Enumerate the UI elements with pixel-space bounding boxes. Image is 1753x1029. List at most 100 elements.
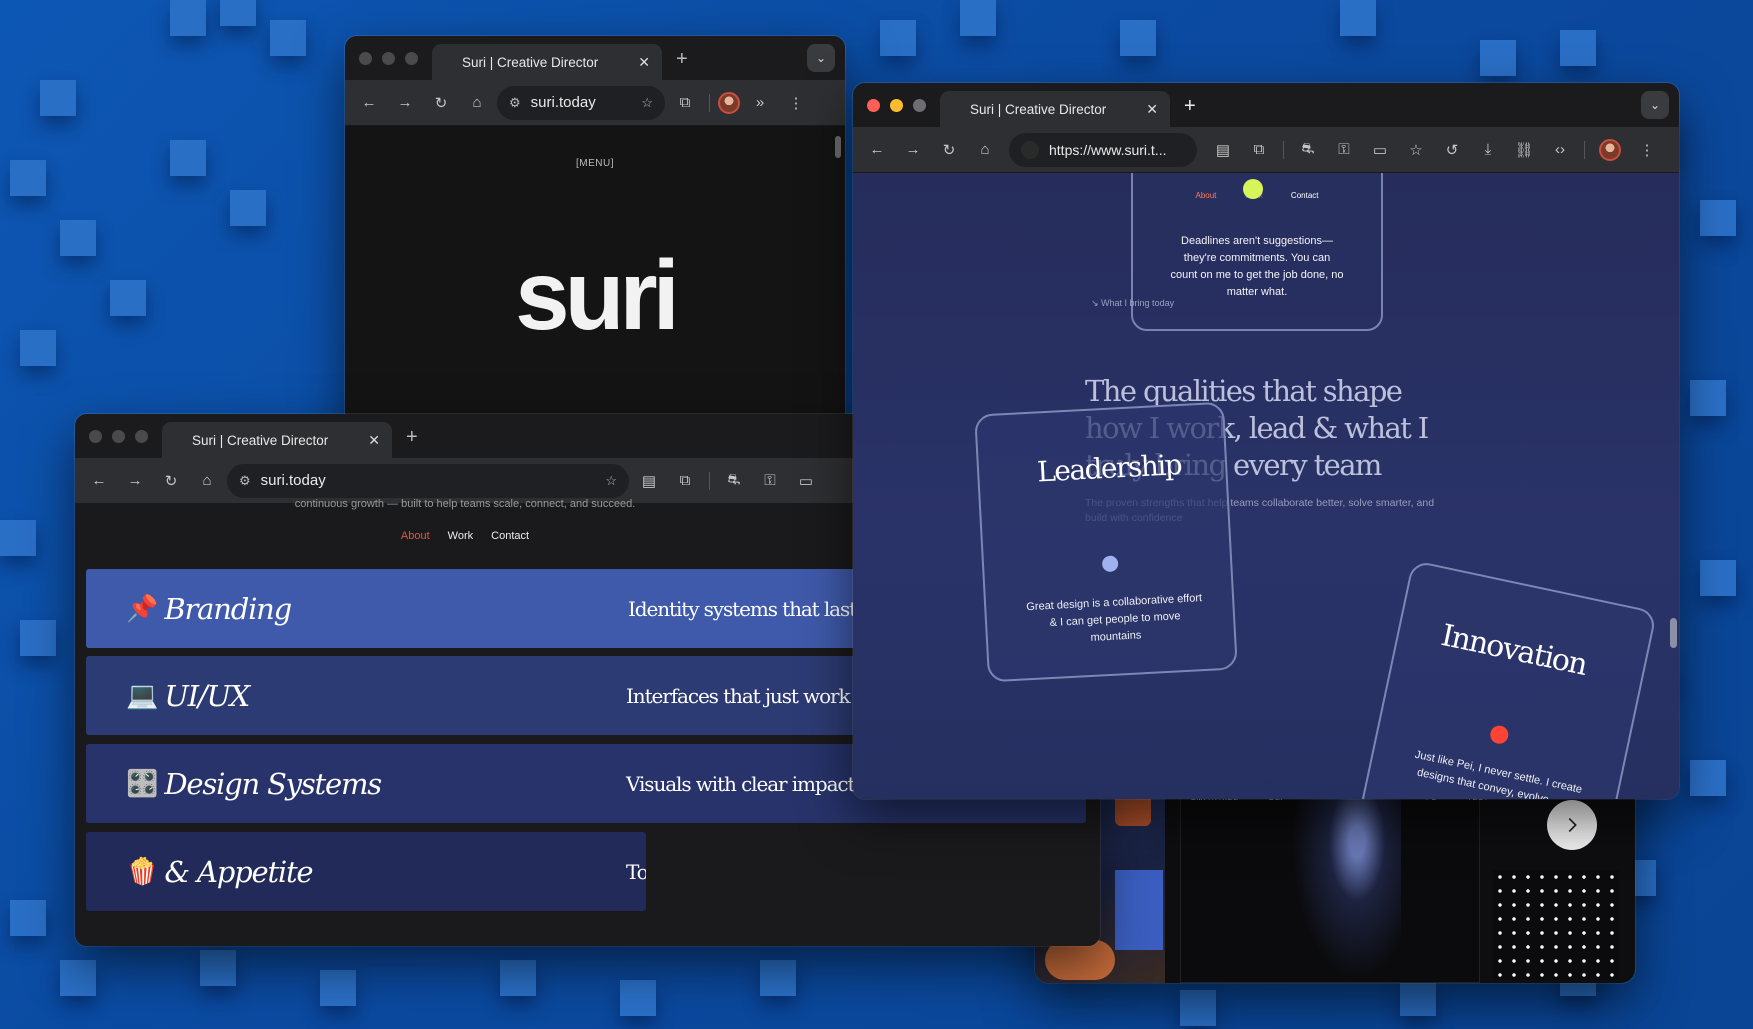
profile-avatar[interactable] [718,91,740,114]
back-icon[interactable]: ← [861,134,893,166]
close-tab-icon[interactable]: ✕ [638,54,650,71]
star-icon[interactable]: ☆ [605,473,617,489]
card-nav-contact[interactable]: Contact [1291,191,1319,200]
incognito-icon[interactable]: ⛐ [718,465,750,497]
hero-logo: suri [515,240,680,350]
extensions-icon[interactable]: ⧉ [669,465,701,497]
nav-contact[interactable]: Contact [491,530,529,542]
tab-active[interactable]: Suri | Creative Director ✕ [432,44,662,80]
overflow-icon[interactable]: » [744,87,776,119]
menu-button[interactable]: [MENU] [345,158,845,169]
menu-icon[interactable]: ⋮ [780,87,812,119]
leadership-card[interactable]: Leadership Great design is a collaborati… [974,401,1238,683]
minimize-light[interactable] [890,98,903,112]
password-key-icon[interactable]: ⚿ [1328,134,1360,166]
forward-icon[interactable]: → [897,134,929,166]
service-row-appetite[interactable]: 🍿 & Appetite To [86,832,646,911]
reading-list-icon[interactable]: ▤ [633,465,665,497]
toolbar-divider [1584,140,1585,159]
home-icon[interactable]: ⌂ [461,87,493,119]
toolbar-divider [709,471,710,490]
tab-search-button[interactable]: ⌄ [1641,91,1669,119]
payment-card-icon[interactable]: ▭ [1364,134,1396,166]
browser-window-right: Suri | Creative Director ✕ + ⌄ ← → ↻ ⌂ h… [853,83,1679,799]
address-bar[interactable]: ⚙ suri.today ☆ [227,463,629,498]
tab-search-button[interactable]: ⌄ [807,44,835,72]
control-knobs-icon: 🎛️ [126,768,159,798]
address-bar[interactable]: ⚙ suri.today ☆ [497,85,665,120]
new-tab-button[interactable]: + [392,426,418,458]
card-quote: Deadlines aren't suggestions—they're com… [1170,235,1344,299]
minimize-light[interactable] [112,429,125,443]
new-tab-button[interactable]: + [662,48,688,80]
zoom-light[interactable] [913,98,926,112]
scrollbar[interactable] [1670,618,1677,648]
service-name: UI/UX [164,678,250,713]
tab-active[interactable]: Suri | Creative Director ✕ [162,422,392,458]
browser-window-back: Suri | Creative Director ✕ + ⌄ ← → ↻ ⌂ ⚙… [345,36,845,456]
zoom-light[interactable] [405,51,418,65]
reload-icon[interactable]: ↻ [155,465,187,497]
gallery-thumb-dots[interactable] [1493,870,1619,980]
back-icon[interactable]: ← [83,465,115,497]
nav-about[interactable]: About [401,530,430,542]
toolbar: ← → ↻ ⌂ https://www.suri.t... ▤ ⧉ ⛐ ⚿ ▭ … [853,127,1679,173]
extensions-icon[interactable]: ⧉ [669,87,701,119]
tab-active[interactable]: Suri | Creative Director ✕ [940,91,1170,127]
toolbar-divider [709,93,710,112]
leadership-title: Leadership [1036,447,1182,489]
close-light[interactable] [359,51,372,65]
download-icon[interactable]: ⤓ [1472,134,1504,166]
pin-icon: 📌 [126,593,159,623]
tab-title: Suri | Creative Director [970,101,1107,117]
page-hero: [MENU] suri [345,126,845,456]
tab-title: Suri | Creative Director [192,432,329,448]
reload-icon[interactable]: ↻ [425,87,457,119]
url-text: suri.today [530,94,596,111]
password-key-icon[interactable]: ⚿ [754,465,786,497]
forward-icon[interactable]: → [389,87,421,119]
service-tagline: To [626,859,646,884]
site-info-icon[interactable]: ⚙ [509,95,521,111]
computer-icon: 💻 [126,680,159,710]
gallery-next-button[interactable] [1547,800,1597,850]
history-icon[interactable]: ↺ [1436,134,1468,166]
star-icon[interactable]: ☆ [641,95,653,111]
scrollbar[interactable] [835,136,841,158]
new-tab-button[interactable]: + [1170,95,1196,127]
incognito-icon[interactable]: ⛐ [1292,134,1324,166]
bookmark-star-icon[interactable]: ☆ [1400,134,1432,166]
extensions-icon[interactable]: ⧉ [1243,134,1275,166]
reading-list-icon[interactable]: ▤ [1207,134,1239,166]
qualities-page: About Work Contact Deadlines aren't sugg… [853,173,1679,799]
site-info-icon[interactable]: ⚙ [239,473,251,489]
code-icon[interactable]: ‹› [1544,134,1576,166]
close-light[interactable] [89,429,102,443]
tab-strip: Suri | Creative Director ✕ + ⌄ [345,36,845,80]
site-nav: About Work Contact [75,530,855,542]
service-name: Design Systems [164,766,382,801]
menu-icon[interactable]: ⋮ [1631,134,1663,166]
forward-icon[interactable]: → [119,465,151,497]
zoom-light[interactable] [135,429,148,443]
close-light[interactable] [867,98,880,112]
card-nav-about[interactable]: About [1195,191,1216,200]
reload-icon[interactable]: ↻ [933,134,965,166]
profile-avatar[interactable] [1599,138,1621,161]
address-bar[interactable]: https://www.suri.t... [1009,132,1197,167]
popcorn-icon: 🍿 [126,856,159,886]
payment-card-icon[interactable]: ▭ [790,465,822,497]
nav-work[interactable]: Work [448,530,473,542]
close-tab-icon[interactable]: ✕ [1146,101,1158,118]
home-icon[interactable]: ⌂ [191,465,223,497]
home-icon[interactable]: ⌂ [969,134,1001,166]
minimize-light[interactable] [382,51,395,65]
service-name: & Appetite [164,854,313,889]
gallery-figure [1291,781,1401,981]
innovation-title: Innovation [1438,617,1590,683]
gallery-thumb-process[interactable]: EMPATHIZE DEF PE TEST [1180,770,1488,983]
back-icon[interactable]: ← [353,87,385,119]
innovation-card[interactable]: Innovation Just like Pei, I never settle… [1358,559,1658,799]
close-tab-icon[interactable]: ✕ [368,432,380,449]
link-icon[interactable]: ⛓ [1508,134,1540,166]
